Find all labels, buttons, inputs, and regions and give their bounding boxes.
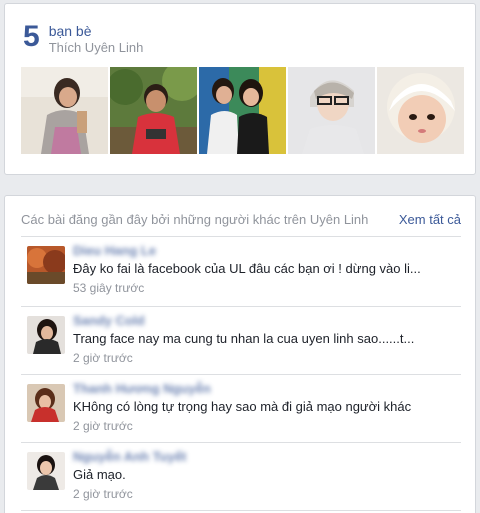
posts-title: Các bài đăng gần đây bởi những người khá…	[21, 212, 369, 227]
post-item-4[interactable]: Nguyễn Anh Tuyết Giả mạo. 2 giờ trước	[21, 444, 461, 506]
post-timestamp[interactable]: 2 giờ trước	[73, 351, 133, 365]
avatar[interactable]	[27, 316, 65, 354]
friend-photos	[21, 67, 466, 154]
friend-photo-3[interactable]	[199, 67, 286, 154]
friends-titles: bạn bè Thích Uyên Linh	[49, 22, 144, 56]
post-author[interactable]: Thanh Hương Nguyễn	[73, 381, 211, 396]
friends-subtitle: Thích Uyên Linh	[48, 40, 144, 55]
post-timestamp[interactable]: 2 giờ trước	[73, 487, 133, 501]
avatar[interactable]	[27, 384, 65, 422]
post-item-3[interactable]: Thanh Hương Nguyễn KHông có lòng tự trọn…	[21, 376, 461, 438]
post-text: Đây ko fai là facebook của UL đâu các bạ…	[73, 261, 421, 276]
friends-header: 5 bạn bè Thích Uyên Linh	[23, 22, 143, 56]
post-text: KHông có lòng tự trọng hay sao mà đi giả…	[73, 399, 412, 414]
friend-photo-2[interactable]	[110, 67, 197, 154]
avatar[interactable]	[27, 246, 65, 284]
friend-photo-1[interactable]	[21, 67, 108, 154]
avatar[interactable]	[27, 452, 65, 490]
friends-title-link[interactable]: bạn bè	[49, 23, 144, 39]
divider	[21, 442, 461, 443]
friends-card: 5 bạn bè Thích Uyên Linh	[4, 3, 476, 175]
post-item-1[interactable]: Dieu Hang Le Đây ko fai là facebook của …	[21, 238, 461, 300]
post-author[interactable]: Sandy Cold	[73, 313, 145, 328]
see-all-link[interactable]: Xem tất cả	[399, 212, 461, 227]
friend-count[interactable]: 5	[23, 22, 40, 52]
friend-photo-4[interactable]	[288, 67, 375, 154]
posts-card: Các bài đăng gần đây bởi những người khá…	[4, 195, 476, 513]
divider	[21, 306, 461, 307]
posts-header: Các bài đăng gần đây bởi những người khá…	[21, 212, 461, 227]
post-author[interactable]: Dieu Hang Le	[73, 243, 156, 258]
post-author[interactable]: Nguyễn Anh Tuyết	[73, 449, 186, 464]
post-text: Trang face nay ma cung tu nhan la cua uy…	[73, 331, 415, 346]
post-text: Giả mạo.	[73, 467, 126, 482]
friend-photo-5[interactable]	[377, 67, 464, 154]
divider	[21, 510, 461, 511]
post-timestamp[interactable]: 2 giờ trước	[73, 419, 133, 433]
divider	[21, 374, 461, 375]
divider	[21, 236, 461, 237]
post-timestamp[interactable]: 53 giây trước	[73, 281, 144, 295]
post-item-2[interactable]: Sandy Cold Trang face nay ma cung tu nha…	[21, 308, 461, 370]
